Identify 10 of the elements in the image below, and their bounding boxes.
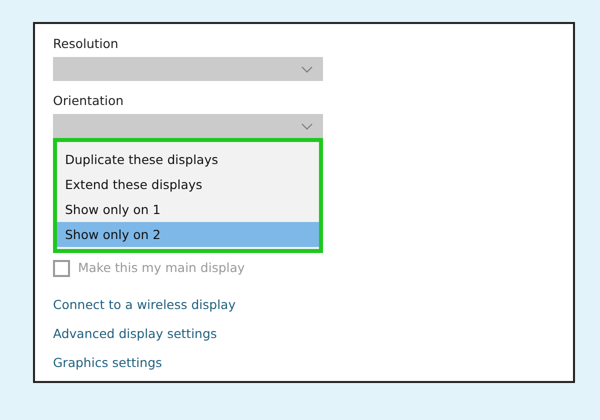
field-label: Orientation: [53, 93, 125, 109]
settings-link[interactable]: Advanced display settings: [53, 324, 555, 343]
dropdown-option[interactable]: Show only on 1: [57, 197, 319, 222]
dropdown-option[interactable]: Extend these displays: [57, 172, 319, 197]
field-label: Resolution: [53, 36, 120, 52]
checkbox-label: Make this my main display: [78, 259, 245, 277]
dropdown-option[interactable]: Duplicate these displays: [57, 147, 319, 172]
dropdown-option[interactable]: Show only on 2: [57, 222, 319, 247]
settings-link[interactable]: Graphics settings: [53, 354, 555, 372]
settings-link[interactable]: Connect to a wireless display: [53, 296, 555, 314]
